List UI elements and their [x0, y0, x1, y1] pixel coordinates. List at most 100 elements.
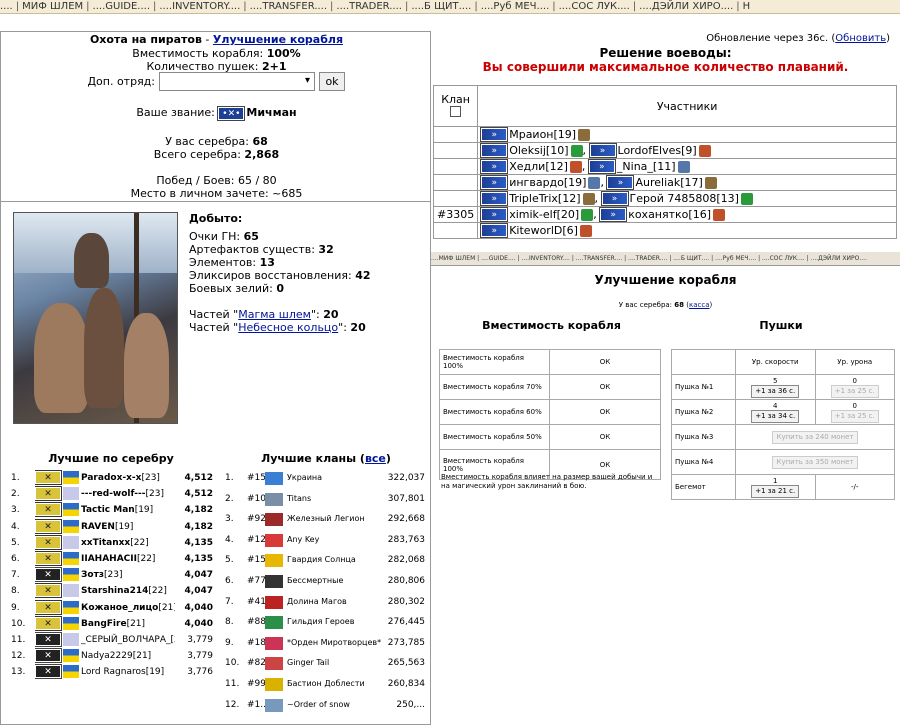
participant-name[interactable]: KiteworlD — [509, 224, 562, 237]
clan-name[interactable]: *Орден Миротворцев* — [287, 638, 383, 648]
damage-upgrade-button[interactable]: +1 за 25 с. — [830, 409, 879, 423]
clan-name[interactable]: Titans — [287, 494, 383, 504]
menu-separator: | — [474, 1, 478, 12]
top-menu-item[interactable]: ....TRADER.... — [336, 0, 402, 13]
participant-name[interactable]: коханятко — [628, 208, 688, 221]
clan-rank: 11. — [225, 679, 240, 689]
clan-name[interactable]: Бастион Доблести — [287, 679, 383, 689]
clan-name[interactable]: Украина — [287, 473, 383, 483]
clan-cell — [432, 126, 479, 143]
magma-helm-link[interactable]: Магма шлем — [238, 308, 311, 321]
participant-name[interactable]: ximik-elf — [509, 208, 556, 221]
clan-value: 282,068 — [387, 555, 425, 566]
capacity-label: Вместимость корабля: — [132, 47, 264, 60]
clan-cell — [432, 190, 479, 207]
participant-level: [13] — [716, 191, 739, 205]
clan-rank: 6. — [225, 576, 234, 586]
buy-gun-button[interactable]: Купить за 240 монет — [772, 430, 858, 444]
clan-value: 273,785 — [387, 637, 425, 648]
rank-icon: » — [480, 143, 509, 159]
participant-name[interactable]: Мраион — [509, 128, 553, 141]
gun-row: Пушка №3 Купить за 240 монет — [671, 424, 895, 450]
top-menu-item[interactable]: ....GUIDE.... — [93, 0, 150, 13]
ok-button[interactable]: ok — [319, 72, 345, 91]
capacity-title: Вместимость корабля — [482, 319, 621, 332]
guns-title: Пушки — [759, 319, 803, 332]
squad-select[interactable]: ▾ — [159, 72, 315, 91]
clan-name[interactable]: Гильдия Героев — [287, 617, 383, 627]
all-clans-link[interactable]: все — [365, 452, 386, 465]
buy-gun-button[interactable]: Купить за 350 монет — [772, 455, 858, 469]
rank-icon: » — [587, 159, 616, 175]
clan-rank: 12. — [225, 699, 240, 710]
speed-upgrade-button[interactable]: +1 за 36 с. — [751, 384, 800, 398]
clan-name[interactable]: Железный Легион — [287, 514, 383, 524]
top-menu-item[interactable]: ....TRANSFER.... — [250, 0, 327, 13]
members-cell: » ингвардо[19], » Aureliak[17] — [477, 174, 897, 191]
clan-name[interactable]: Долина Магов — [287, 597, 383, 607]
clan-name[interactable]: Бессмертные — [287, 576, 383, 586]
menu-separator: | — [153, 1, 157, 12]
top-menu-item[interactable]: ....СОС ЛУК.... — [559, 0, 630, 13]
top-menu-item[interactable]: Н — [743, 0, 751, 13]
clan-row: 1. #1519 Украина 322,037 — [1, 470, 430, 490]
participant-name[interactable]: _Nina_ — [617, 160, 653, 173]
top-menu-item[interactable]: .... — [0, 0, 13, 13]
top-menu-item[interactable]: ....Руб МЕЧ.... — [481, 0, 550, 13]
ship-upgrade-link[interactable]: Улучшение корабля — [213, 33, 343, 46]
part-value: 20 — [350, 321, 366, 334]
participant-level: [19] — [553, 127, 577, 141]
loot-label: Элементов: — [189, 256, 257, 269]
clan-value: 265,563 — [387, 658, 425, 669]
clan-icon — [265, 636, 283, 650]
participant-level: [6] — [562, 223, 578, 237]
top-menu-item[interactable]: ....INVENTORY.... — [159, 0, 240, 13]
participant-name[interactable]: Oleksij — [509, 144, 546, 157]
clan-rank: 2. — [225, 493, 234, 504]
speed-upgrade-button[interactable]: +1 за 34 с. — [751, 409, 800, 423]
squad-label: Доп. отряд: — [87, 75, 155, 88]
top-menu-item[interactable]: ....ДЭЙЛИ ХИРО.... — [639, 0, 733, 13]
loot-value: 0 — [276, 282, 285, 295]
participant-name[interactable]: LordofElves — [618, 144, 682, 157]
clan-row: 4. #1209 Any Key 283,763 — [1, 532, 430, 552]
item-icon — [677, 160, 690, 173]
top-menu-item[interactable]: ....Б ЩИТ.... — [411, 0, 471, 13]
clan-name[interactable]: Гвардия Солнца — [287, 555, 383, 565]
capacity-status: ОК — [549, 424, 661, 450]
loot-line: Эликсиров восстановления: 42 — [189, 269, 371, 282]
participant-row: » TripleTrix[12], » Герой 7485808[13] — [432, 190, 897, 207]
loot-value: 65 — [243, 230, 259, 243]
clan-name[interactable]: ~Order of snow — [287, 700, 383, 710]
participant-name[interactable]: ингвардо — [509, 176, 564, 189]
item-icon — [713, 208, 725, 221]
speed-upgrade-button[interactable]: +1 за 21 с. — [751, 484, 800, 498]
top-menu-item[interactable]: МИФ ШЛЕМ — [22, 0, 83, 13]
gun-row: Бегемот 1 +1 за 21 с. -/- — [671, 474, 895, 500]
gun-speed-cell: 4 +1 за 34 с. — [735, 399, 816, 425]
participant-level: [17] — [680, 175, 703, 189]
loot-value: 32 — [318, 243, 334, 256]
cash-link[interactable]: касса — [689, 301, 710, 309]
damage-upgrade-button[interactable]: +1 за 25 с. — [830, 384, 879, 398]
participant-name[interactable]: Хедли — [509, 160, 545, 173]
participant-level: [16] — [688, 207, 711, 221]
guns-table: Ур. скорости Ур. урона Пушка №1 5 +1 за 36 с… — [671, 349, 895, 500]
item-icon — [569, 160, 582, 173]
clan-name[interactable]: Any Key — [287, 535, 383, 545]
clan-icon — [265, 698, 283, 712]
loot-label: Очки ГН: — [189, 230, 241, 243]
loot-line: Артефактов существ: 32 — [189, 243, 334, 256]
refresh-link[interactable]: Обновить — [835, 33, 886, 44]
participant-name[interactable]: Герой 7485808 — [630, 192, 717, 205]
update-close: ) — [886, 33, 890, 44]
sky-ring-link[interactable]: Небесное кольцо — [238, 321, 338, 334]
participant-name[interactable]: TripleTrix — [509, 192, 558, 205]
part-value: 20 — [323, 308, 339, 321]
clan-name[interactable]: Ginger Tail — [287, 658, 383, 668]
menu-separator: | — [632, 1, 637, 12]
gun-speed-cell: 5 +1 за 36 с. — [735, 374, 816, 400]
select-all-checkbox[interactable] — [450, 105, 462, 117]
participant-name[interactable]: Aureliak — [635, 176, 680, 189]
members-cell: » TripleTrix[12], » Герой 7485808[13] — [477, 190, 897, 207]
